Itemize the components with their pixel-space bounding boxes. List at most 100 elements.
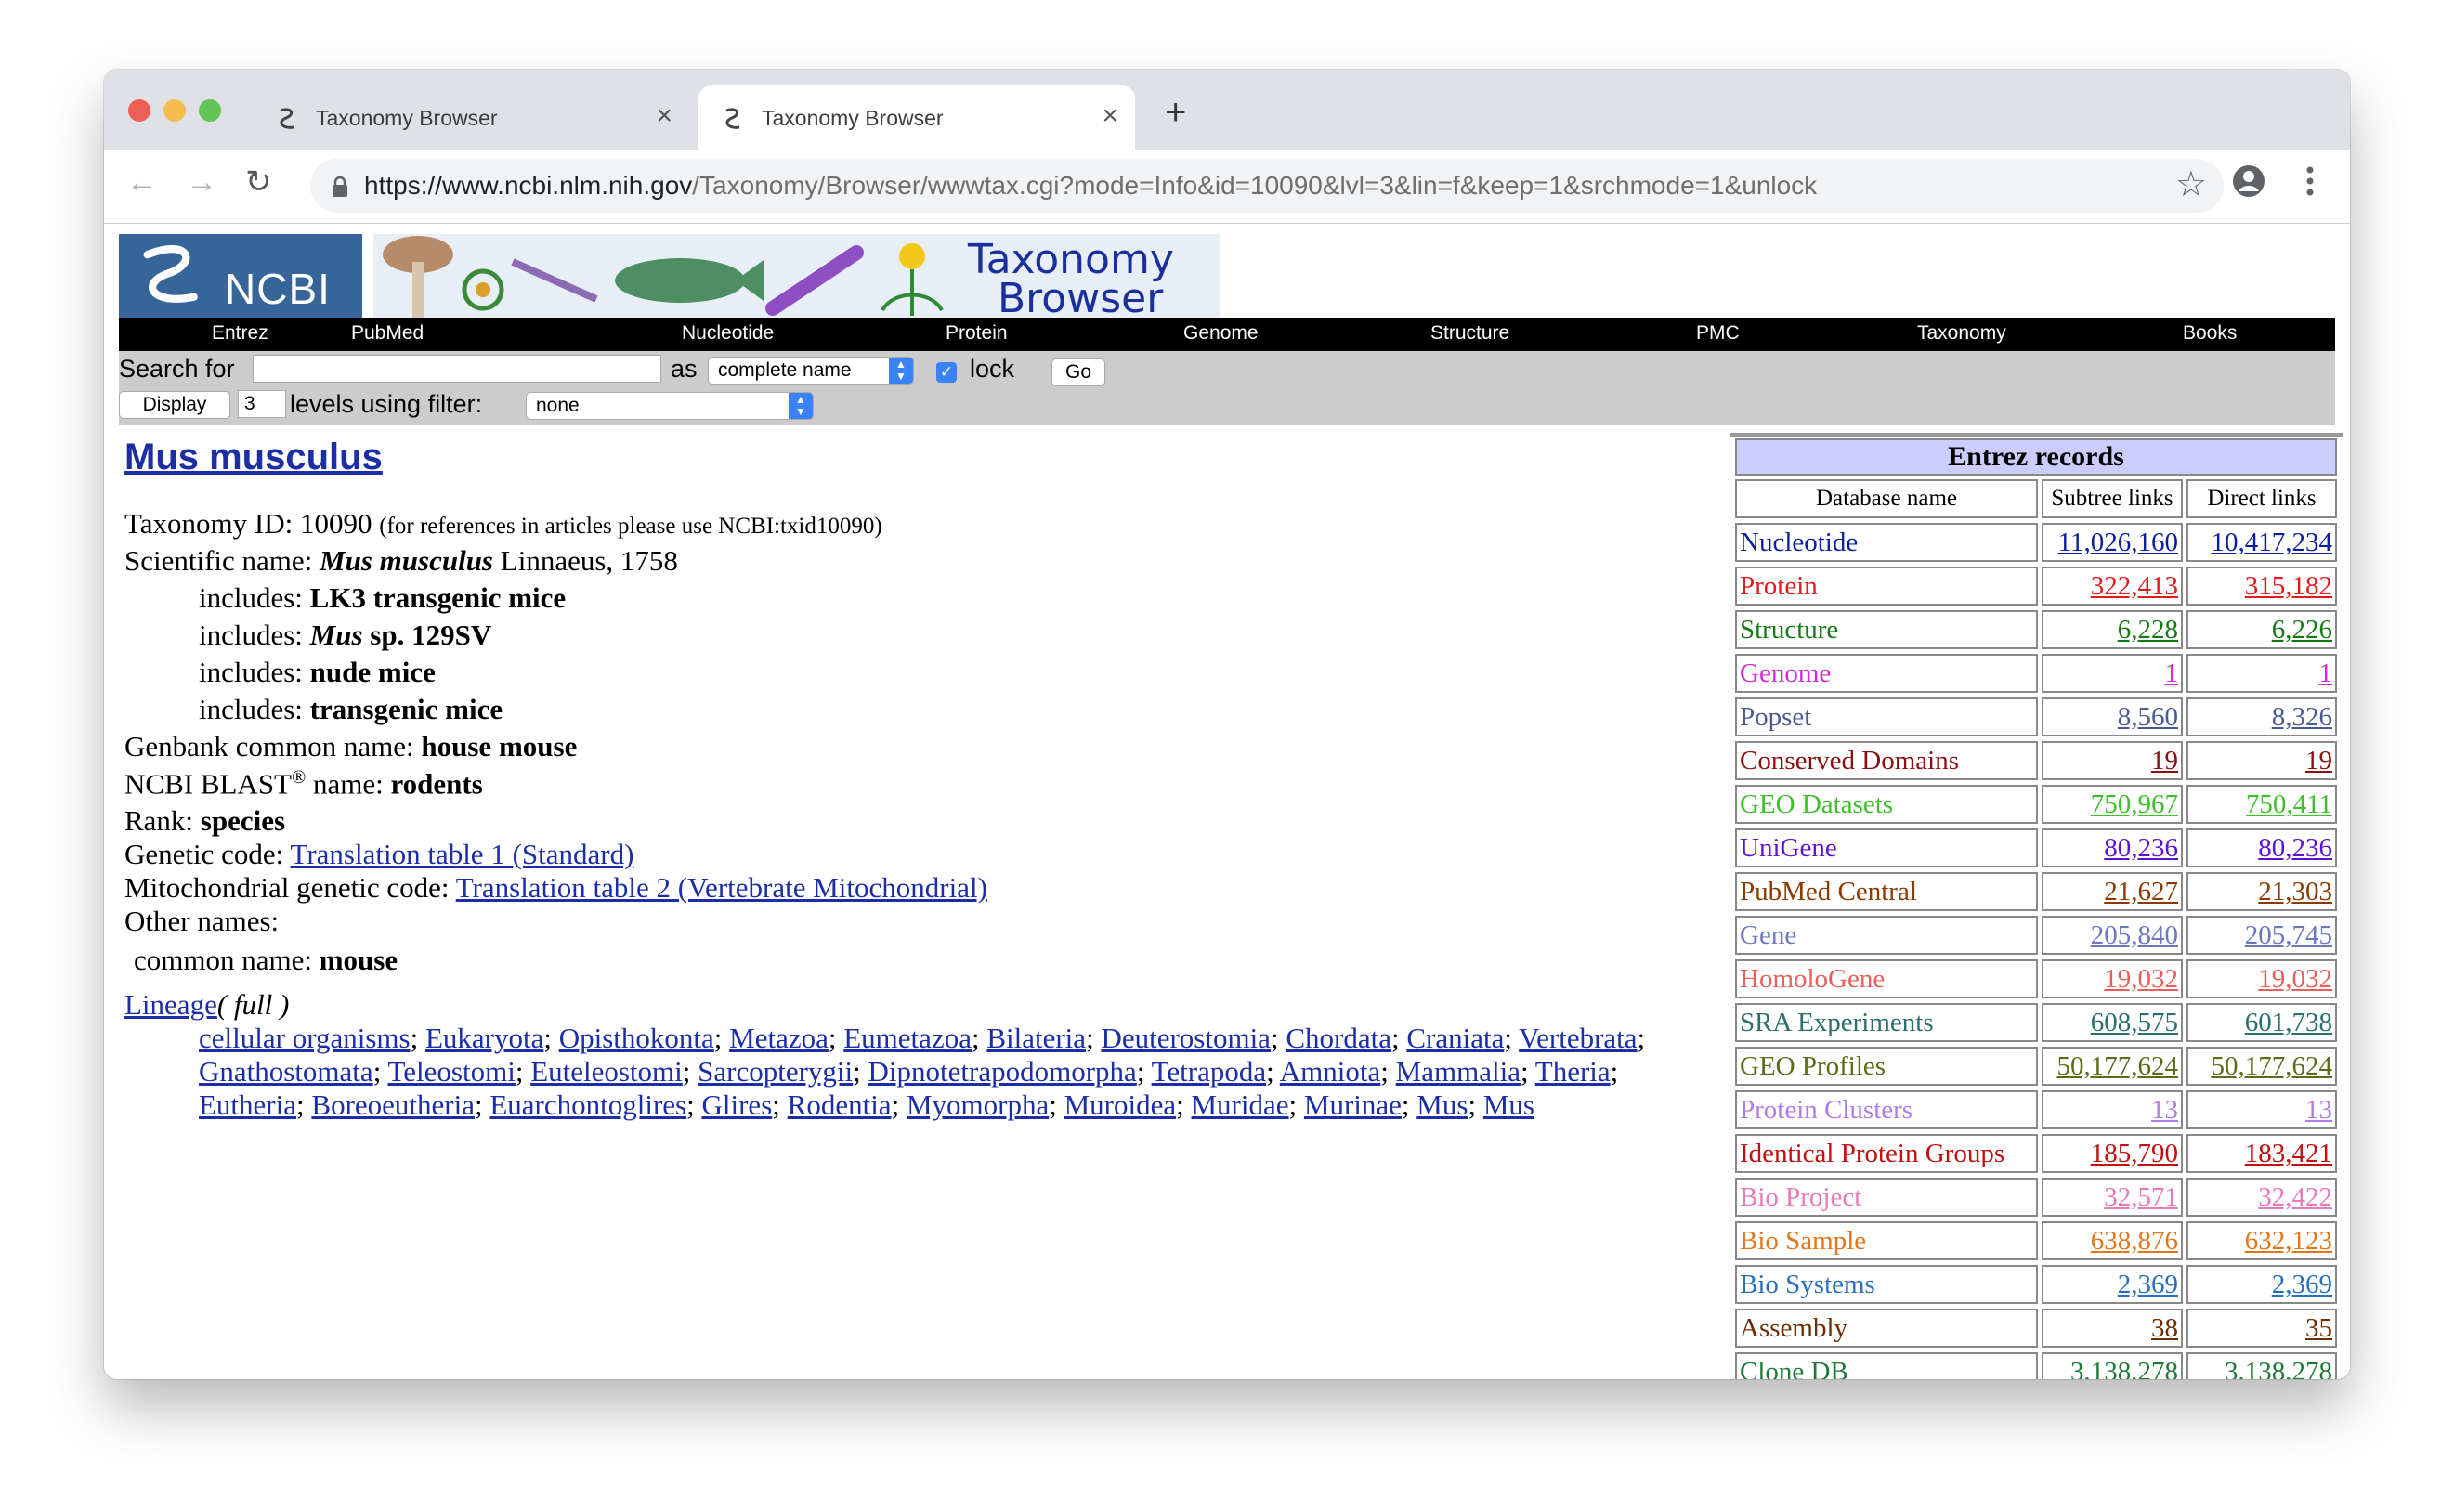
lineage-link-item[interactable]: Metazoa [729,1022,829,1054]
subtree-link[interactable]: 38 [2042,1309,2183,1348]
database-name-link[interactable]: Bio Systems [1735,1265,2038,1304]
display-button[interactable]: Display [119,391,230,419]
direct-link[interactable]: 50,177,624 [2186,1047,2337,1086]
direct-link[interactable]: 35 [2186,1309,2337,1348]
nav-link-taxonomy[interactable]: Taxonomy [1917,322,2006,345]
subtree-link[interactable]: 185,790 [2042,1134,2183,1173]
lineage-link-item[interactable]: Craniata [1406,1022,1504,1054]
bookmark-star-icon[interactable]: ☆ [2175,167,2207,202]
database-name-link[interactable]: PubMed Central [1735,872,2038,911]
database-name-link[interactable]: SRA Experiments [1735,1003,2038,1042]
database-name-link[interactable]: Identical Protein Groups [1735,1134,2038,1173]
nav-link-protein[interactable]: Protein [946,322,1008,345]
subtree-link[interactable]: 21,627 [2042,872,2183,911]
subtree-link[interactable]: 13 [2042,1090,2183,1129]
genetic-code-link[interactable]: Translation table 1 (Standard) [290,838,633,870]
ncbi-logo[interactable]: NCBI [119,234,362,318]
database-name-link[interactable]: Structure [1735,610,2038,649]
lineage-link-item[interactable]: Teleostomi [388,1055,516,1088]
lineage-link-item[interactable]: Myomorpha [907,1088,1049,1121]
lineage-link-item[interactable]: Glires [702,1088,773,1121]
subtree-link[interactable]: 6,228 [2042,610,2183,649]
database-name-link[interactable]: Conserved Domains [1735,741,2038,780]
lineage-link-item[interactable]: Chordata [1286,1022,1391,1054]
maximize-window-button[interactable] [199,99,221,122]
direct-link[interactable]: 183,421 [2186,1134,2337,1173]
search-input[interactable] [253,355,661,383]
direct-link[interactable]: 3,138,278 [2186,1352,2337,1379]
lineage-link-item[interactable]: Dipnotetrapodomorpha [868,1055,1137,1088]
nav-link-genome[interactable]: Genome [1183,322,1259,345]
lineage-link-item[interactable]: Euarchontoglires [489,1088,686,1121]
forward-button[interactable]: → [186,166,217,198]
direct-link[interactable]: 13 [2186,1090,2337,1129]
database-name-link[interactable]: Assembly [1735,1309,2038,1348]
direct-link[interactable]: 21,303 [2186,872,2337,911]
direct-link[interactable]: 2,369 [2186,1265,2337,1304]
lineage-link-item[interactable]: Vertebrata [1519,1022,1637,1054]
database-name-link[interactable]: Popset [1735,697,2038,736]
direct-link[interactable]: 632,123 [2186,1221,2337,1260]
subtree-link[interactable]: 8,560 [2042,697,2183,736]
lock-checkbox[interactable]: ✓ [936,362,957,383]
database-name-link[interactable]: GEO Datasets [1735,785,2038,824]
close-tab-icon[interactable]: × [1102,100,1118,132]
close-tab-icon[interactable]: × [656,100,672,132]
subtree-link[interactable]: 3,138,278 [2042,1352,2183,1379]
database-name-link[interactable]: Gene [1735,916,2038,955]
account-icon[interactable] [2231,163,2266,199]
database-name-link[interactable]: Clone DB [1735,1352,2038,1379]
subtree-link[interactable]: 608,575 [2042,1003,2183,1042]
database-name-link[interactable]: HomoloGene [1735,959,2038,998]
subtree-link[interactable]: 19,032 [2042,959,2183,998]
direct-link[interactable]: 32,422 [2186,1178,2337,1217]
kebab-menu-icon[interactable] [2305,163,2315,200]
subtree-link[interactable]: 80,236 [2042,828,2183,867]
lineage-link[interactable]: Lineage [124,988,217,1021]
lineage-link-item[interactable]: Amniota [1280,1055,1381,1088]
subtree-link[interactable]: 1 [2042,654,2183,693]
lineage-link-item[interactable]: Muridae [1191,1088,1288,1121]
subtree-link[interactable]: 638,876 [2042,1221,2183,1260]
lineage-link-item[interactable]: Gnathostomata [199,1055,373,1088]
direct-link[interactable]: 19 [2186,741,2337,780]
new-tab-button[interactable]: + [1165,94,1186,131]
tab-2[interactable]: Taxonomy Browser × [698,85,1135,150]
lineage-link-item[interactable]: Tetrapoda [1152,1055,1267,1088]
lineage-link-item[interactable]: Muroidea [1064,1088,1177,1121]
filter-select[interactable]: none ▲ ▼ [526,392,814,420]
direct-link[interactable]: 8,326 [2186,697,2337,736]
lineage-link-item[interactable]: Mus [1483,1088,1534,1121]
nav-link-pmc[interactable]: PMC [1696,322,1740,345]
subtree-link[interactable]: 50,177,624 [2042,1047,2183,1086]
lineage-link-item[interactable]: Euteleostomi [530,1055,683,1088]
nav-link-pubmed[interactable]: PubMed [351,322,424,345]
direct-link[interactable]: 601,738 [2186,1003,2337,1042]
lineage-link-item[interactable]: Mus [1416,1088,1468,1121]
lineage-link-item[interactable]: Mammalia [1396,1055,1521,1088]
lineage-link-item[interactable]: Murinae [1304,1088,1402,1121]
database-name-link[interactable]: Bio Project [1735,1178,2038,1217]
direct-link[interactable]: 205,745 [2186,916,2337,955]
subtree-link[interactable]: 19 [2042,741,2183,780]
database-name-link[interactable]: GEO Profiles [1735,1047,2038,1086]
mito-code-link[interactable]: Translation table 2 (Vertebrate Mitochon… [456,871,987,904]
nav-link-nucleotide[interactable]: Nucleotide [682,322,774,345]
lineage-link-item[interactable]: Eutheria [199,1088,296,1121]
taxon-title[interactable]: Mus musculus [124,437,383,478]
lineage-link-item[interactable]: Rodentia [788,1088,892,1121]
lineage-link-item[interactable]: Eumetazoa [843,1022,972,1054]
subtree-link[interactable]: 32,571 [2042,1178,2183,1217]
reload-button[interactable]: ↻ [245,166,272,198]
direct-link[interactable]: 19,032 [2186,959,2337,998]
direct-link[interactable]: 80,236 [2186,828,2337,867]
database-name-link[interactable]: UniGene [1735,828,2038,867]
direct-link[interactable]: 315,182 [2186,567,2337,606]
subtree-link[interactable]: 322,413 [2042,567,2183,606]
tab-1[interactable]: Taxonomy Browser × [253,85,689,150]
database-name-link[interactable]: Nucleotide [1735,523,2038,562]
nav-link-books[interactable]: Books [2183,322,2237,345]
database-name-link[interactable]: Genome [1735,654,2038,693]
minimize-window-button[interactable] [163,99,186,122]
direct-link[interactable]: 10,417,234 [2186,523,2337,562]
